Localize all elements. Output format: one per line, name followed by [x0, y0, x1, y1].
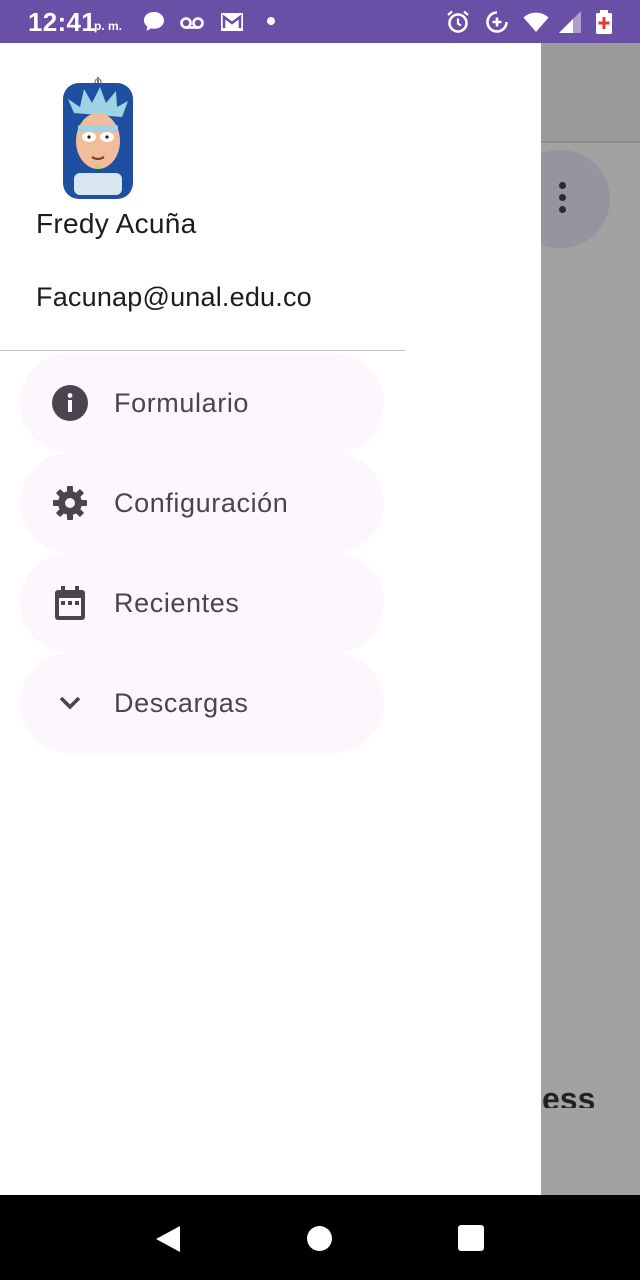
settings-gear-icon: [53, 486, 87, 520]
gmail-icon: [221, 13, 243, 31]
more-vert-icon: [556, 182, 568, 216]
data-saver-icon: [486, 11, 508, 33]
drawer-item-label: Recientes: [114, 588, 240, 618]
home-icon[interactable]: [307, 1226, 332, 1251]
signal-icon: [559, 11, 581, 33]
chevron-down-icon: [59, 696, 81, 710]
user-name: Fredy Acuña: [36, 208, 197, 239]
back-icon[interactable]: [155, 1225, 181, 1253]
alarm-icon: [447, 10, 469, 33]
system-nav-bar: [0, 1195, 640, 1280]
status-bar: 12:41 p. m.: [0, 0, 640, 43]
drawer-item-descargas[interactable]: Descargas: [20, 653, 384, 753]
drawer-item-recientes[interactable]: Recientes: [20, 553, 384, 653]
notification-dot-icon: [267, 17, 275, 25]
wifi-icon: [523, 12, 549, 32]
navigation-drawer: Fredy Acuña Facunap@unal.edu.co Formular…: [0, 43, 541, 1195]
drawer-divider: [0, 350, 405, 351]
drawer-item-label: Configuración: [114, 488, 289, 518]
drawer-item-formulario[interactable]: Formulario: [20, 353, 384, 453]
rick-avatar-image: [63, 77, 133, 199]
battery-icon: [596, 10, 612, 34]
user-email: Facunap@unal.edu.co: [36, 282, 312, 312]
screen: ess 12:41 p. m. Fredy Acuña Facunap@unal…: [0, 0, 640, 1280]
status-time: 12:41: [28, 7, 96, 37]
background-app-text: ess: [542, 1090, 596, 1108]
recents-icon[interactable]: [458, 1225, 484, 1251]
calendar-icon: [55, 586, 85, 620]
info-icon: [52, 385, 88, 421]
status-ampm: p. m.: [94, 19, 123, 33]
drawer-item-configuracion[interactable]: Configuración: [20, 453, 384, 553]
chat-bubble-icon: [144, 12, 164, 31]
voicemail-icon: [180, 17, 204, 29]
drawer-item-label: Descargas: [114, 688, 249, 718]
drawer-item-label: Formulario: [114, 388, 250, 418]
